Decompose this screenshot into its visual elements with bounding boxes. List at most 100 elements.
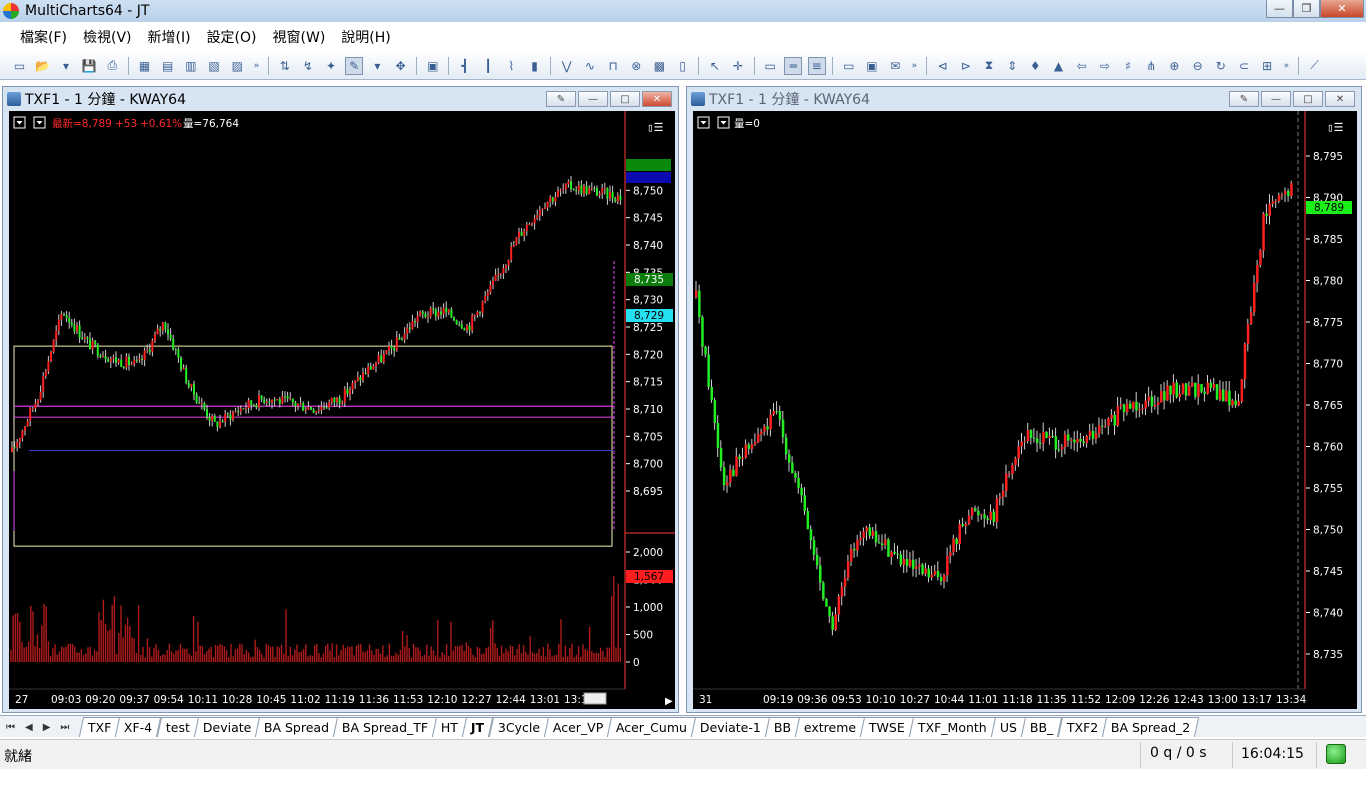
comment-icon[interactable]: ▭ xyxy=(761,57,779,75)
gann-icon[interactable]: ⊞ xyxy=(1258,57,1276,75)
chart-close-button[interactable]: ✕ xyxy=(642,91,672,107)
toolbar-overflow-icon[interactable]: » xyxy=(251,57,261,75)
horizontal-scrollbar-thumb[interactable] xyxy=(583,692,607,705)
chevron-down-icon[interactable]: ▾ xyxy=(368,57,386,75)
zoom-in-icon[interactable]: ⊕ xyxy=(1165,57,1183,75)
marker-icon[interactable]: ♦ xyxy=(1026,57,1044,75)
tab-next-icon[interactable]: ▶ xyxy=(43,722,51,733)
line-chart-icon[interactable]: ⌇ xyxy=(502,57,520,75)
price-chart-right[interactable]: 量=0 ▯☰ 8,7958,7908,7858,7808,7758,7708,7… xyxy=(693,111,1357,709)
signal-icon[interactable]: ✦ xyxy=(322,57,340,75)
sheet-tab[interactable]: BA Spread_2 xyxy=(1101,717,1200,737)
tab-first-icon[interactable]: ⏮ xyxy=(6,722,15,733)
sheet-tab[interactable]: XF-4 xyxy=(115,717,162,737)
snapshot-icon[interactable]: ✉ xyxy=(886,57,904,75)
hline-icon[interactable]: ═ xyxy=(784,56,803,75)
hourglass-icon[interactable]: ⧗ xyxy=(980,57,998,75)
chart-minimize-button[interactable]: — xyxy=(578,91,608,107)
toolbar-overflow-icon[interactable]: » xyxy=(909,57,919,75)
format-icon[interactable]: ▣ xyxy=(424,57,442,75)
sheet-tab[interactable]: Deviate-1 xyxy=(691,717,771,737)
new-window-icon[interactable]: ▭ xyxy=(11,57,29,75)
window-list-icon[interactable]: ▭ xyxy=(840,57,858,75)
arrow-left-icon[interactable]: ⇦ xyxy=(1073,57,1091,75)
menu-view[interactable]: 檢視(V) xyxy=(83,27,132,47)
sheet-tab[interactable]: TWSE xyxy=(860,717,915,737)
close-button[interactable]: ✕ xyxy=(1320,0,1364,18)
magnet-icon[interactable]: ⊂ xyxy=(1235,57,1253,75)
chart-close-button[interactable]: ✕ xyxy=(1325,91,1355,107)
drawing-object-icon[interactable]: ✥ xyxy=(392,57,410,75)
toolbar-overflow-icon[interactable]: » xyxy=(1281,57,1291,75)
andrews-icon[interactable]: ⋔ xyxy=(1142,57,1160,75)
chart-settings-button[interactable]: ✎ xyxy=(1229,91,1259,107)
chart-settings-button[interactable]: ✎ xyxy=(546,91,576,107)
crosshair-icon[interactable]: ✛ xyxy=(729,57,747,75)
sheet-tab[interactable]: BA Spread_TF xyxy=(333,717,438,737)
sheet-tab[interactable]: BB_ xyxy=(1021,717,1063,737)
up-down-icon[interactable]: ⇕ xyxy=(1003,57,1021,75)
candle-body xyxy=(195,394,198,403)
zoom-left-icon[interactable]: ⊲ xyxy=(934,57,952,75)
zoom-right-icon[interactable]: ⊳ xyxy=(957,57,975,75)
tab-last-icon[interactable]: ⏭ xyxy=(60,722,69,733)
chart-window-icon[interactable]: ▦ xyxy=(136,57,154,75)
menu-insert[interactable]: 新增(I) xyxy=(148,27,191,47)
candle-body xyxy=(1290,183,1293,197)
triangle-up-icon[interactable]: ▲ xyxy=(1049,57,1067,75)
drawing-mode-icon[interactable]: ✎ xyxy=(345,56,364,75)
menu-file[interactable]: 檔案(F) xyxy=(20,27,67,47)
tab-prev-icon[interactable]: ◀ xyxy=(25,722,33,733)
image-icon[interactable]: ▣ xyxy=(863,57,881,75)
cycle-icon[interactable]: ↻ xyxy=(1212,57,1230,75)
fib-icon[interactable]: ♯ xyxy=(1119,57,1137,75)
pnf-icon[interactable]: ⊗ xyxy=(627,57,645,75)
arrow-right-icon[interactable]: ⇨ xyxy=(1096,57,1114,75)
dropdown-icon[interactable]: ▾ xyxy=(57,57,75,75)
sheet-tab[interactable]: 3Cycle xyxy=(488,717,549,737)
sheet-tab[interactable]: Acer_Cumu xyxy=(606,717,697,737)
scanner-icon[interactable]: ▥ xyxy=(182,57,200,75)
menu-settings[interactable]: 設定(O) xyxy=(207,27,257,47)
sheet-tab[interactable]: TXF2 xyxy=(1057,717,1108,737)
kagi-icon[interactable]: ▯ xyxy=(674,57,692,75)
wave-icon[interactable]: ∿ xyxy=(581,57,599,75)
save-icon[interactable]: 💾 xyxy=(80,57,98,75)
price-chart-left[interactable]: 最新=8,789 +53 +0.61% 量=76,764 ▯☰ 8,7558,7… xyxy=(9,111,675,709)
print-icon[interactable]: ⎙ xyxy=(103,57,121,75)
indicator-icon[interactable]: ⇅ xyxy=(276,57,294,75)
menu-help[interactable]: 說明(H) xyxy=(341,27,390,47)
step-icon[interactable]: ⊓ xyxy=(604,57,622,75)
sheet-tab[interactable]: TXF_Month xyxy=(909,717,997,737)
connection-status-icon[interactable] xyxy=(1326,744,1346,764)
sheet-tab[interactable]: extreme xyxy=(795,717,866,737)
select-icon[interactable]: ↖ xyxy=(706,57,724,75)
bar-chart-icon[interactable]: ┫ xyxy=(456,57,474,75)
sheet-tab[interactable]: Deviate xyxy=(193,717,261,737)
minimize-button[interactable]: — xyxy=(1266,0,1293,18)
sheet-tab[interactable]: test xyxy=(156,717,199,737)
candlestick-icon[interactable]: ▮ xyxy=(526,57,544,75)
chart-minimize-button[interactable]: — xyxy=(1261,91,1291,107)
chart-maximize-button[interactable]: □ xyxy=(1293,91,1323,107)
menu-window[interactable]: 視窗(W) xyxy=(273,27,326,47)
sheet-tab[interactable]: Acer_VP xyxy=(543,717,613,737)
trendline-icon[interactable]: ⟋ xyxy=(1306,57,1324,75)
scroll-right-icon[interactable]: ▶ xyxy=(665,696,673,707)
scale-menu-icon[interactable]: ▯☰ xyxy=(647,121,663,134)
zoom-out-icon[interactable]: ⊖ xyxy=(1189,57,1207,75)
sheet-tab[interactable]: TXF xyxy=(78,717,121,737)
restore-button[interactable]: ❒ xyxy=(1293,0,1320,18)
open-folder-icon[interactable]: 📂 xyxy=(34,57,52,75)
sheet-tab[interactable]: BA Spread xyxy=(254,717,339,737)
scale-menu-icon[interactable]: ▯☰ xyxy=(1327,121,1343,134)
renko-icon[interactable]: ▩ xyxy=(650,57,668,75)
zigzag-icon[interactable]: ⋁ xyxy=(558,57,576,75)
quote-manager-icon[interactable]: ▤ xyxy=(159,57,177,75)
ohlc-icon[interactable]: ┃ xyxy=(479,57,497,75)
strategy-icon[interactable]: ↯ xyxy=(299,57,317,75)
chart-maximize-button[interactable]: □ xyxy=(610,91,640,107)
price-level-icon[interactable]: ≡ xyxy=(807,56,826,75)
dom-icon[interactable]: ▧ xyxy=(205,57,223,75)
order-icon[interactable]: ▨ xyxy=(228,57,246,75)
